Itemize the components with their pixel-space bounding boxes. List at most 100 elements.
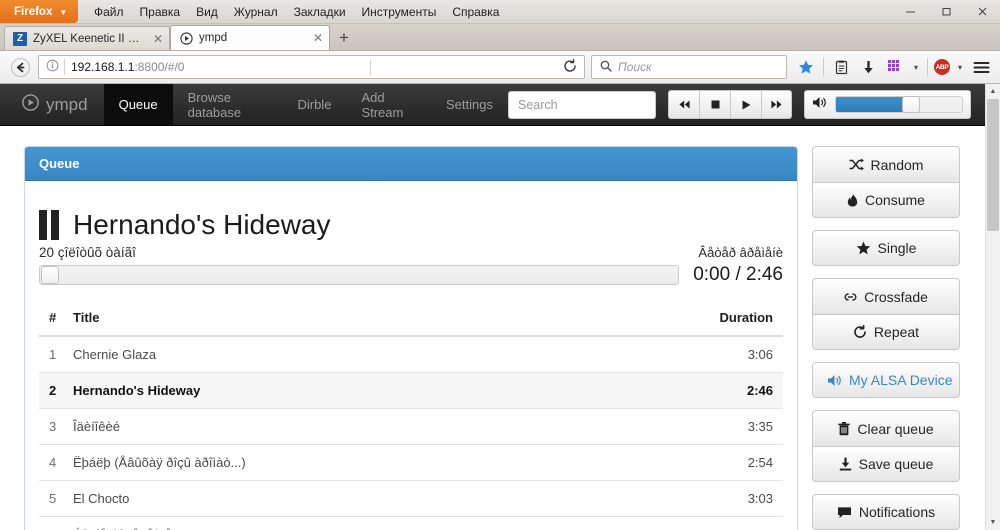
- back-arrow-icon[interactable]: [6, 54, 34, 80]
- queue-panel: Queue Hernando's Hideway 20 çîëîòûõ òàíã…: [24, 146, 798, 530]
- next-icon[interactable]: [761, 90, 792, 119]
- site-info-icon[interactable]: [41, 59, 63, 75]
- prev-icon[interactable]: [668, 90, 699, 119]
- tab-queue-label: Queue: [118, 97, 158, 112]
- row-number: 5: [39, 480, 73, 517]
- comment-icon: [837, 506, 852, 519]
- row-number: 1: [49, 347, 57, 362]
- menu-item-view-label: Вид: [196, 4, 218, 19]
- menu-item-view[interactable]: Вид: [188, 0, 226, 24]
- adblock-dropdown-icon[interactable]: ▾: [953, 54, 967, 80]
- table-row[interactable]: 5 El Chocto 3:03: [39, 480, 783, 517]
- row-duration: 2:54: [592, 444, 783, 481]
- row-title: Ëþáëþ (Åâûõàÿ ðîçû àðîìàò...): [73, 444, 593, 481]
- close-icon[interactable]: ✕: [151, 32, 163, 46]
- menu-item-history[interactable]: Журнал: [226, 0, 286, 24]
- url-bar[interactable]: 192.168.1.1:8800/#/0: [38, 55, 585, 79]
- row-title: Chernie Glaza: [73, 347, 157, 362]
- apps-grid-dropdown-icon[interactable]: ▾: [909, 54, 923, 80]
- scrollbar-thumb[interactable]: [987, 99, 999, 231]
- firefox-menu-button[interactable]: Firefox ▼: [0, 0, 78, 23]
- browser-tab-ympd[interactable]: ympd ✕: [170, 25, 330, 50]
- volume-slider-handle[interactable]: [902, 96, 920, 113]
- volume-fill: [836, 97, 904, 112]
- close-icon[interactable]: ✕: [311, 31, 323, 45]
- search-input-placeholder: Search: [518, 97, 558, 112]
- browser-search-bar[interactable]: Поиск: [591, 55, 787, 79]
- ympd-navbar: ympd Queue Browse database Dirble Add St…: [0, 84, 985, 126]
- menu-item-edit-label: Правка: [139, 4, 181, 19]
- row-number: 3: [39, 408, 73, 445]
- window-titlebar: Firefox ▼ Файл Правка Вид Журнал Закладк…: [0, 0, 1000, 24]
- url-divider: [64, 59, 65, 75]
- reader-icon[interactable]: [828, 54, 854, 80]
- url-path-text: :8800/#/0: [134, 60, 185, 74]
- reload-icon[interactable]: [558, 58, 582, 76]
- scroll-down-arrow-icon[interactable]: ▼: [986, 515, 1000, 530]
- browser-tab-zyxel[interactable]: Z ZyXEL Keenetic II Системный ... ✕: [4, 26, 170, 50]
- single-button-label: Single: [877, 240, 917, 256]
- minimize-icon[interactable]: [892, 0, 928, 24]
- consume-button[interactable]: Consume: [812, 182, 960, 218]
- repeat-button[interactable]: Repeat: [812, 314, 960, 350]
- progress-slider-handle[interactable]: [41, 266, 59, 284]
- menu-item-file[interactable]: Файл: [86, 0, 132, 24]
- ympd-brand-label: ympd: [46, 94, 88, 114]
- row-number: 6: [39, 516, 73, 530]
- chevron-down-icon: ▼: [59, 7, 68, 17]
- notifications-button[interactable]: Notifications: [812, 494, 960, 530]
- column-header-title[interactable]: Title: [73, 302, 593, 337]
- progress-row: 0:00 / 2:46: [39, 264, 783, 286]
- downloads-icon[interactable]: [855, 54, 881, 80]
- menu-item-help[interactable]: Справка: [444, 0, 507, 24]
- tab-add-stream[interactable]: Add Stream: [346, 84, 431, 125]
- bookmark-star-icon[interactable]: [793, 54, 819, 80]
- crossfade-button[interactable]: Crossfade: [812, 278, 960, 314]
- tab-browse-database[interactable]: Browse database: [173, 84, 283, 125]
- tab-settings[interactable]: Settings: [431, 84, 508, 125]
- apps-grid-icon[interactable]: [882, 54, 908, 80]
- player-controls: [668, 90, 792, 119]
- maximize-icon[interactable]: [928, 0, 964, 24]
- menu-item-tools-label: Инструменты: [361, 4, 437, 19]
- adblock-badge-label: ABP: [934, 59, 950, 75]
- new-tab-button[interactable]: +: [330, 26, 358, 50]
- repeat-icon: [853, 325, 867, 339]
- close-icon[interactable]: [964, 0, 1000, 24]
- menu-item-edit[interactable]: Правка: [132, 0, 189, 24]
- output-device-button[interactable]: My ALSA Device: [812, 362, 960, 398]
- row-duration: 3:06: [747, 347, 773, 362]
- ympd-brand[interactable]: ympd: [0, 84, 104, 125]
- progress-slider[interactable]: [39, 265, 680, 285]
- table-row[interactable]: 3 Îäèíîêèé 3:35: [39, 408, 783, 445]
- page-scrollbar[interactable]: ▲ ▼: [985, 84, 1000, 530]
- ympd-favicon-icon: [179, 31, 193, 45]
- column-header-number[interactable]: #: [39, 302, 73, 337]
- table-row[interactable]: 6 Áûëîå óâëå÷åíüå 2:30: [39, 516, 783, 530]
- table-row[interactable]: 2 Hernando's Hideway 2:46: [39, 372, 783, 409]
- tab-queue[interactable]: Queue: [103, 84, 173, 125]
- hamburger-menu-icon[interactable]: [968, 54, 994, 80]
- search-input[interactable]: Search: [508, 90, 656, 119]
- table-row[interactable]: 4 Ëþáëþ (Åâûõàÿ ðîçû àðîìàò...) 2:54: [39, 444, 783, 481]
- table-row[interactable]: 1 Chernie Glaza 3:06: [39, 336, 783, 373]
- clear-queue-button[interactable]: Clear queue: [812, 410, 960, 446]
- volume-control[interactable]: [804, 90, 971, 119]
- playback-mode-group-2: Crossfade Repeat: [812, 278, 960, 350]
- menu-item-bookmarks[interactable]: Закладки: [286, 0, 354, 24]
- stop-icon[interactable]: [699, 90, 730, 119]
- consume-button-label: Consume: [865, 192, 925, 208]
- adblock-icon[interactable]: ABP: [932, 54, 952, 80]
- queue-panel-header: Queue: [25, 147, 797, 181]
- save-queue-button[interactable]: Save queue: [812, 446, 960, 482]
- scroll-up-arrow-icon[interactable]: ▲: [986, 84, 1000, 99]
- tab-dirble[interactable]: Dirble: [282, 84, 346, 125]
- random-button[interactable]: Random: [812, 146, 960, 182]
- volume-icon: [812, 96, 827, 114]
- play-icon[interactable]: [730, 90, 761, 119]
- tab-dirble-label: Dirble: [297, 97, 332, 112]
- column-header-duration[interactable]: Duration: [592, 302, 783, 337]
- volume-slider[interactable]: [835, 96, 963, 113]
- menu-item-tools[interactable]: Инструменты: [354, 0, 445, 24]
- single-button[interactable]: Single: [812, 230, 960, 266]
